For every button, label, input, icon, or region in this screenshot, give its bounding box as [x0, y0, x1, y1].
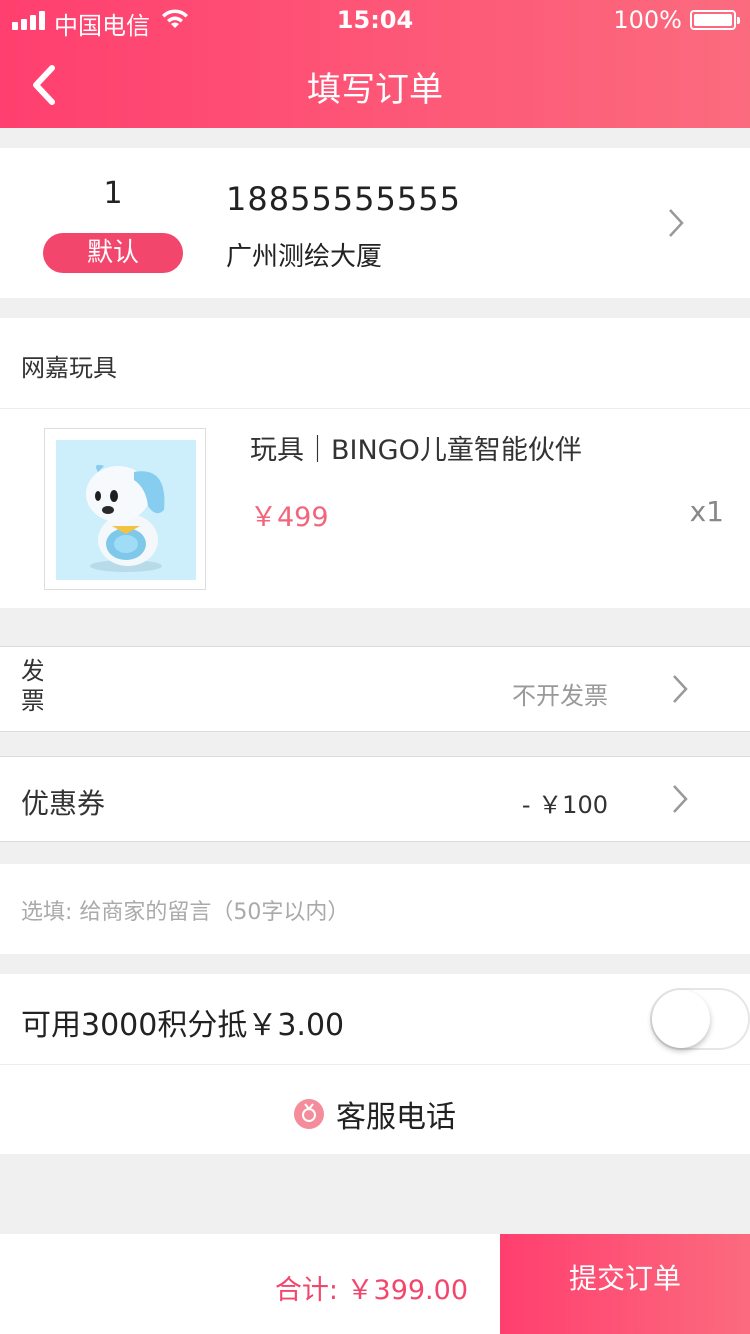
- battery-percent: 100%: [613, 6, 682, 34]
- points-label: 可用3000积分抵￥3.00: [21, 1008, 345, 1043]
- service-label: 客服电话: [336, 1100, 456, 1135]
- note-placeholder[interactable]: 选填: 给商家的留言（50字以内）: [21, 894, 349, 926]
- invoice-row[interactable]: [0, 646, 750, 732]
- product-price: ￥499: [250, 502, 329, 533]
- order-total: 合计: ￥399.00: [274, 1275, 468, 1306]
- header-bar: 中国电信 15:04 100% 填写订单: [0, 0, 750, 128]
- product-name[interactable]: 玩具｜BINGO儿童智能伙伴: [250, 428, 582, 467]
- service-badge-icon: [294, 1099, 324, 1129]
- address-location: 广州测绘大厦: [226, 242, 383, 272]
- toggle-knob[interactable]: [652, 990, 710, 1048]
- footer-bar: 合计: ￥399.00 提交订单: [0, 1234, 750, 1334]
- coupon-label: 优惠券: [21, 787, 106, 820]
- chevron-right-icon[interactable]: [664, 206, 688, 240]
- submit-order-button[interactable]: 提交订单: [500, 1234, 750, 1334]
- points-toggle[interactable]: [650, 988, 750, 1050]
- divider: [0, 1064, 750, 1065]
- page-title: 填写订单: [307, 70, 443, 110]
- product-quantity: x1: [689, 495, 724, 528]
- address-index: 1: [103, 176, 123, 211]
- toy-dog-image: [86, 464, 165, 572]
- battery-icon: [690, 10, 740, 30]
- address-card[interactable]: [0, 148, 750, 298]
- status-bar: 中国电信 15:04 100%: [0, 0, 750, 40]
- invoice-value: 不开发票: [512, 682, 608, 710]
- coupon-row[interactable]: [0, 756, 750, 842]
- customer-service-button[interactable]: 客服电话: [0, 1092, 750, 1136]
- chevron-right-icon[interactable]: [668, 782, 692, 816]
- coupon-value: - ￥100: [521, 791, 608, 819]
- invoice-label: 发票: [21, 657, 43, 715]
- divider: [0, 408, 750, 409]
- product-thumbnail[interactable]: [44, 428, 206, 590]
- shop-name: 网嘉玩具: [21, 354, 117, 382]
- address-phone: 18855555555: [226, 180, 461, 218]
- default-badge: 默认: [43, 233, 183, 273]
- chevron-right-icon[interactable]: [668, 672, 692, 706]
